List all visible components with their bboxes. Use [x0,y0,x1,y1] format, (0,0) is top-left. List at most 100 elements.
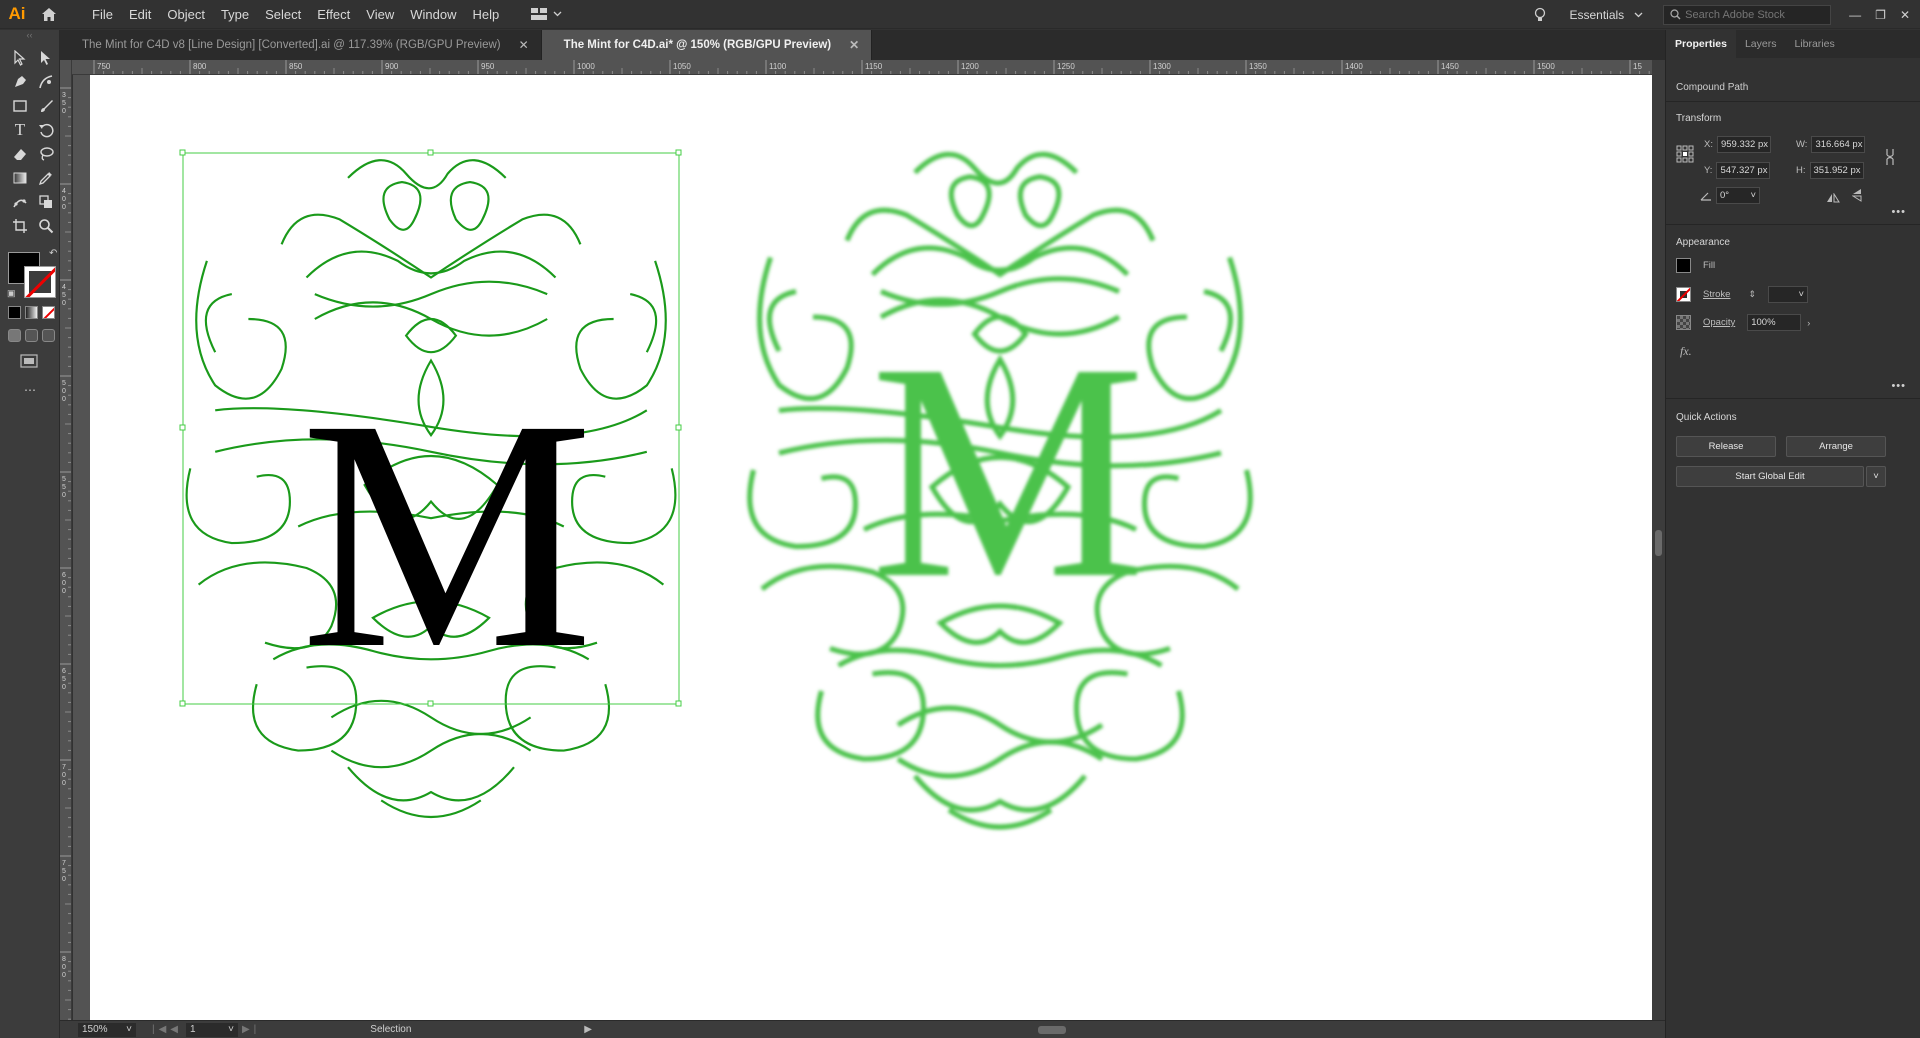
artboard[interactable]: M M [90,75,1652,1020]
horizontal-ruler[interactable]: 750 800 850 900 950 1000 1050 1100 1150 1200 1250 1… [72,60,1652,75]
search-input[interactable] [1685,8,1826,21]
stroke-weight-field[interactable]: ˅ [1768,286,1809,303]
zoom-tool-icon[interactable] [34,214,58,238]
puppet-warp-tool-icon[interactable] [8,190,32,214]
ruler-tick-label: 750 [97,62,111,71]
flip-horizontal-icon[interactable] [1826,190,1840,208]
release-button[interactable]: Release [1676,436,1776,457]
menu-type[interactable]: Type [213,0,257,29]
opacity-field[interactable]: 100% [1747,314,1802,331]
x-position-field[interactable]: 959.332 px [1716,136,1771,153]
vertical-ruler[interactable]: 350400450500550600650700750800 [60,60,72,1020]
flip-vertical-icon[interactable] [1851,188,1862,207]
stroke-color-swatch[interactable] [1676,287,1691,302]
close-icon[interactable]: ✕ [849,38,859,52]
close-icon[interactable]: ✕ [519,38,529,52]
ruler-tick-label: 8 [62,956,66,963]
fill-color-swatch[interactable] [1676,258,1691,273]
color-mode-icon[interactable] [8,306,21,319]
artboard-nav-prev[interactable]: |◀◀ [152,1024,182,1035]
height-field[interactable]: 351.952 px [1809,162,1864,179]
more-options-icon[interactable]: ••• [1891,380,1906,392]
ruler-tick-label: 0 [62,876,66,883]
draw-behind-icon[interactable] [25,329,38,342]
y-position-field[interactable]: 547.327 px [1716,162,1771,179]
menu-select[interactable]: Select [257,0,309,29]
stroke-weight-stepper[interactable]: ⇕ [1748,289,1756,300]
gradient-mode-icon[interactable] [25,306,38,319]
document-tab-2[interactable]: The Mint for C4D.ai* @ 150% (RGB/GPU Pre… [541,30,873,60]
reference-point-icon[interactable] [1676,145,1694,168]
canvas[interactable]: M M [73,75,1652,1020]
menu-help[interactable]: Help [464,0,507,29]
eraser-tool-icon[interactable] [8,142,32,166]
draw-normal-icon[interactable] [8,329,21,342]
width-field[interactable]: 316.664 px [1811,136,1866,153]
global-edit-options-button[interactable]: ˅ [1866,466,1886,487]
tab-layers[interactable]: Layers [1736,30,1786,58]
workspace-switcher[interactable]: Essentials [1569,8,1643,22]
more-tools-icon[interactable]: ⋯ [24,383,59,397]
ruler-tick-label: 4 [62,188,66,195]
scrollbar-thumb[interactable] [1655,530,1662,556]
ruler-tick-label: 5 [62,476,66,483]
toolbar-grip[interactable]: ‹‹ [0,30,59,40]
lasso-tool-icon[interactable] [34,142,58,166]
menu-object[interactable]: Object [159,0,213,29]
reference-image[interactable]: M [750,154,1251,827]
artboard-select[interactable]: 1 ˅ [185,1022,238,1037]
scrollbar-thumb[interactable] [1038,1026,1066,1034]
menu-view[interactable]: View [358,0,402,29]
shape-builder-tool-icon[interactable] [34,190,58,214]
restore-icon[interactable]: ❐ [1875,8,1886,22]
artboard-tool-icon[interactable] [8,214,32,238]
minimize-icon[interactable]: — [1849,8,1861,22]
tab-libraries[interactable]: Libraries [1785,30,1843,58]
opacity-label[interactable]: Opacity [1703,317,1735,328]
gradient-tool-icon[interactable] [8,166,32,190]
selection-tool-icon[interactable] [8,46,32,70]
eyedropper-tool-icon[interactable] [34,166,58,190]
menu-file[interactable]: File [84,0,121,29]
stroke-label[interactable]: Stroke [1703,289,1730,300]
rotate-tool-icon[interactable] [34,118,58,142]
chevron-down-icon [553,11,562,17]
none-mode-icon[interactable] [42,306,55,319]
menu-edit[interactable]: Edit [121,0,159,29]
type-tool-icon[interactable]: T [8,118,32,142]
ruler-tick-label: 800 [193,62,207,71]
document-tab-1[interactable]: The Mint for C4D v8 [Line Design] [Conve… [60,30,542,60]
stroke-swatch[interactable] [24,266,56,298]
default-colors-icon[interactable]: ▣ [7,288,16,299]
paintbrush-tool-icon[interactable] [34,94,58,118]
arrange-button[interactable]: Arrange [1786,436,1886,457]
left-monogram-letter[interactable]: M [300,352,593,717]
horizontal-scrollbar[interactable] [480,1025,1600,1035]
fx-icon[interactable]: fx. [1680,344,1692,359]
tab-properties[interactable]: Properties [1666,30,1736,58]
chevron-down-icon: ˅ [1798,289,1805,300]
rectangle-tool-icon[interactable] [8,94,32,118]
chevron-right-icon[interactable]: › [1807,318,1810,328]
menu-window[interactable]: Window [402,0,464,29]
curvature-tool-icon[interactable] [34,70,58,94]
screen-mode-icon[interactable] [20,354,59,373]
start-global-edit-button[interactable]: Start Global Edit [1676,466,1864,487]
status-tool-label: Selection [370,1024,412,1035]
home-icon[interactable] [34,0,64,29]
vertical-scrollbar[interactable] [1652,60,1665,1020]
constrain-proportions-icon[interactable] [1884,148,1896,171]
artboard-nav-next[interactable]: ▶| [242,1024,260,1035]
pen-tool-icon[interactable] [8,70,32,94]
swap-colors-icon[interactable]: ↶ [49,248,57,259]
lightbulb-icon[interactable] [1525,7,1555,23]
rotate-field[interactable]: 0° ˅ [1716,187,1760,204]
menu-effect[interactable]: Effect [309,0,358,29]
direct-selection-tool-icon[interactable] [34,46,58,70]
close-icon[interactable]: ✕ [1900,8,1910,22]
more-options-icon[interactable]: ••• [1891,206,1906,218]
draw-inside-icon[interactable] [42,329,55,342]
zoom-select[interactable]: 150% ˅ [78,1022,136,1037]
arrange-documents-button[interactable] [531,8,562,20]
ruler-tick-label: 1350 [1249,62,1267,71]
